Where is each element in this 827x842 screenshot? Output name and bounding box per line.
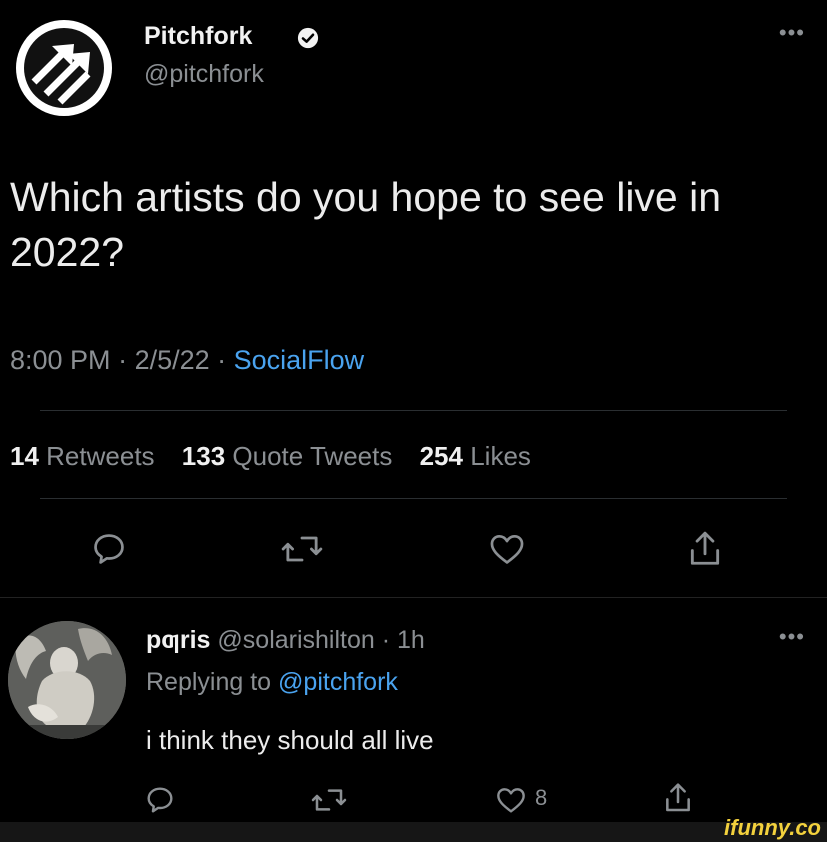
author-handle[interactable]: @pitchfork — [144, 60, 264, 89]
quote-tweets-label[interactable]: Quote Tweets — [232, 441, 392, 471]
reply-time[interactable]: 1h — [397, 626, 425, 654]
reply-retweet-icon[interactable] — [310, 784, 348, 816]
pitchfork-avatar[interactable] — [16, 20, 112, 116]
reply-comment-icon[interactable] — [144, 784, 176, 816]
tweet-metadata: 8:00 PM · 2/5/22 · SocialFlow — [10, 345, 364, 376]
reply-author-name[interactable]: pƣris — [146, 626, 210, 654]
retweet-icon[interactable] — [280, 530, 324, 568]
verified-badge-icon — [297, 27, 319, 49]
reply-separator: · — [374, 626, 398, 654]
reply-text: i think they should all live — [146, 725, 434, 755]
reply-icon[interactable] — [90, 530, 128, 568]
replying-prefix: Replying to — [146, 668, 272, 696]
tweet-source-link[interactable]: SocialFlow — [234, 345, 365, 375]
reply-like-heart-icon[interactable] — [494, 784, 528, 816]
replying-to-link[interactable]: @pitchfork — [278, 668, 398, 696]
retweets-count[interactable]: 14 — [10, 441, 39, 471]
meta-separator: · — [209, 345, 234, 375]
angel-statue-image — [8, 621, 126, 739]
reply-header: pƣris @solarishilton · 1h — [146, 626, 425, 655]
tweet-text: Which artists do you hope to see live in… — [10, 174, 722, 275]
tweet-stats: 14 Retweets 133 Quote Tweets 254 Likes — [10, 441, 531, 472]
reply-like-count: 8 — [535, 785, 548, 810]
reply-share-icon[interactable] — [662, 780, 694, 816]
reply-more-options-icon[interactable]: ••• — [779, 624, 805, 650]
retweets-label[interactable]: Retweets — [46, 441, 154, 471]
divider — [0, 597, 827, 598]
pitchfork-logo-icon — [18, 22, 110, 114]
likes-label[interactable]: Likes — [470, 441, 531, 471]
ifunny-watermark: ifunny.co — [724, 815, 821, 840]
watermark-bar — [0, 822, 827, 842]
likes-count[interactable]: 254 — [420, 441, 463, 471]
tweet-date: 2/5/22 — [134, 345, 210, 375]
more-options-icon[interactable]: ••• — [779, 20, 805, 46]
meta-separator: · — [110, 345, 135, 375]
divider — [40, 498, 787, 499]
divider — [40, 410, 787, 411]
reply-author-avatar[interactable] — [8, 621, 126, 739]
like-heart-icon[interactable] — [487, 530, 527, 568]
author-name[interactable]: Pitchfork — [144, 22, 252, 51]
tweet-time: 8:00 PM — [10, 345, 111, 375]
quote-tweets-count[interactable]: 133 — [182, 441, 225, 471]
reply-author-handle[interactable]: @solarishilton — [217, 626, 374, 654]
replying-to-line: Replying to @pitchfork — [146, 668, 398, 697]
share-icon[interactable] — [686, 528, 724, 570]
